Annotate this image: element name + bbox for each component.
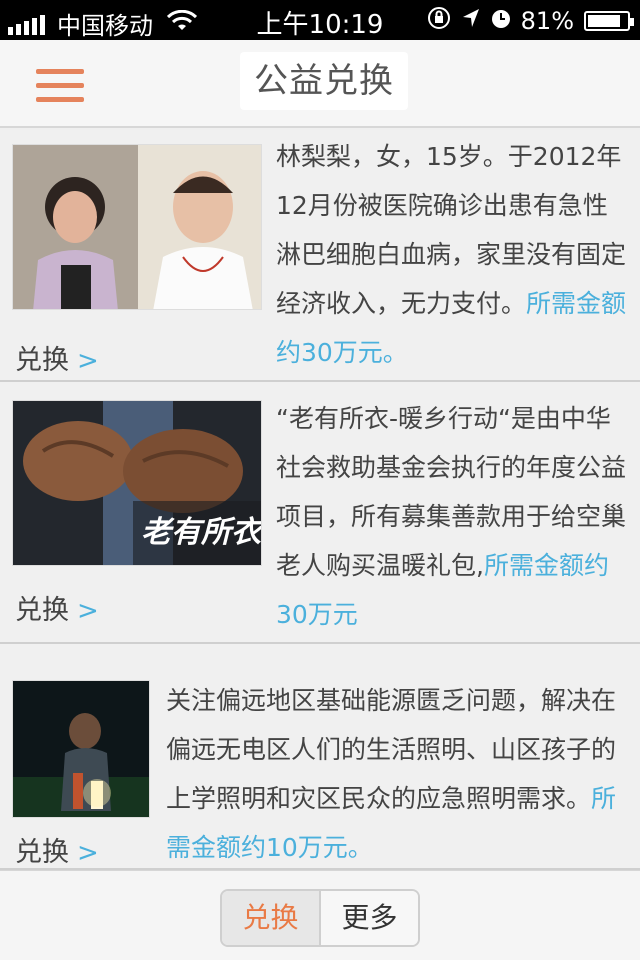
location-icon	[461, 7, 481, 35]
rotation-lock-icon	[427, 6, 451, 36]
tab-exchange[interactable]: 兑换	[222, 891, 321, 945]
chevron-right-icon: >	[77, 346, 99, 376]
alarm-icon	[491, 7, 511, 35]
exchange-label: 兑换	[15, 345, 69, 376]
battery-icon	[584, 11, 634, 31]
description-text: 关注偏远地区基础能源匮乏问题，解决在偏远无电区人们的生活照明、山区孩子的上学照明…	[166, 686, 617, 813]
chevron-right-icon: >	[77, 838, 99, 868]
image-caption: 老有所衣	[141, 515, 261, 550]
item-description: 林梨梨，女，15岁。于2012年12月份被医院确诊出患有急性淋巴细胞白血病，家里…	[276, 132, 630, 377]
item-photo-child-lamp	[12, 680, 150, 818]
item-photo-girl	[12, 144, 262, 310]
bottom-tab-bar: 兑换 更多	[0, 870, 640, 960]
segmented-control: 兑换 更多	[220, 889, 420, 947]
chevron-right-icon: >	[77, 596, 99, 626]
list-item: 老有所衣 兑换 > “老有所衣-暖乡行动“是由中华社会救助基金会执行的年度公益项目…	[0, 382, 640, 644]
exchange-button[interactable]: 兑换 >	[15, 338, 99, 377]
status-bar: 中国移动 上午10:19 81%	[0, 0, 640, 40]
nav-bar: 公益兑换	[0, 40, 640, 128]
charity-list: 兑换 > 林梨梨，女，15岁。于2012年12月份被医院确诊出患有急性淋巴细胞白血…	[0, 130, 640, 870]
battery-percent: 81%	[520, 7, 574, 35]
exchange-button[interactable]: 兑换 >	[15, 588, 99, 627]
exchange-label: 兑换	[15, 595, 69, 626]
exchange-button[interactable]: 兑换 >	[15, 830, 99, 869]
list-item: 兑换 > 关注偏远地区基础能源匮乏问题，解决在偏远无电区人们的生活照明、山区孩子的…	[0, 644, 640, 870]
item-description: 关注偏远地区基础能源匮乏问题，解决在偏远无电区人们的生活照明、山区孩子的上学照明…	[166, 676, 632, 872]
exchange-label: 兑换	[15, 837, 69, 868]
menu-icon[interactable]	[36, 69, 84, 103]
item-photo-elderly-hands: 老有所衣	[12, 400, 262, 566]
item-description: “老有所衣-暖乡行动“是由中华社会救助基金会执行的年度公益项目，所有募集善款用于…	[276, 394, 630, 639]
page-title: 公益兑换	[240, 52, 408, 110]
list-item: 兑换 > 林梨梨，女，15岁。于2012年12月份被医院确诊出患有急性淋巴细胞白血…	[0, 130, 640, 382]
tab-more[interactable]: 更多	[321, 891, 418, 945]
